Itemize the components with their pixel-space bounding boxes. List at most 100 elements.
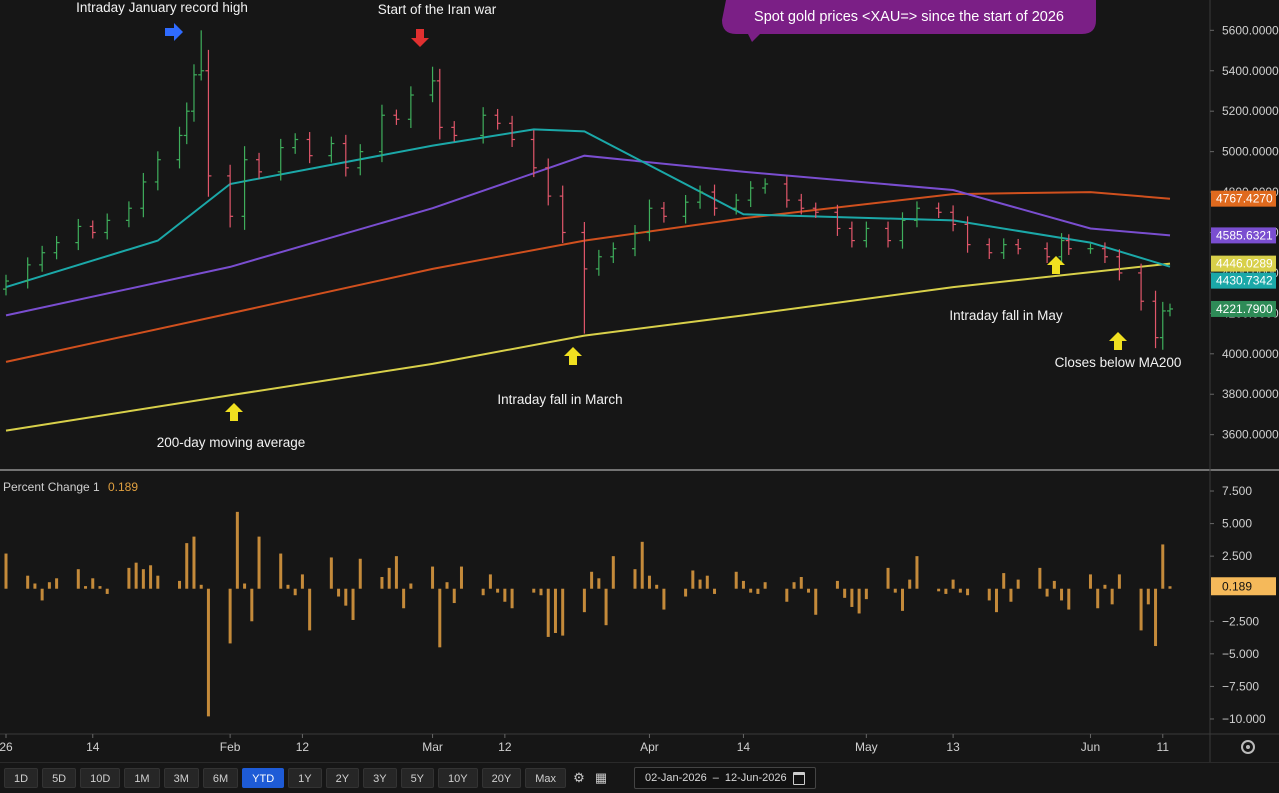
percent-bar — [611, 556, 615, 589]
percent-bar — [26, 575, 30, 589]
percent-bar — [553, 588, 557, 634]
percent-bar — [741, 580, 745, 589]
range-button-10y[interactable]: 10Y — [438, 768, 478, 788]
percent-bar — [640, 541, 644, 589]
range-button-5y[interactable]: 5Y — [400, 768, 435, 788]
percent-bar — [192, 536, 196, 589]
percent-bar — [76, 569, 80, 589]
percent-bar — [156, 575, 160, 589]
percent-tick-label: −2.500 — [1222, 614, 1259, 628]
price-tick-label: 5200.0000 — [1222, 104, 1279, 118]
percent-bar — [1139, 588, 1143, 631]
time-tick-label: Mar — [422, 740, 443, 754]
range-button-max[interactable]: Max — [525, 768, 566, 788]
percent-tick-label: −7.500 — [1222, 679, 1259, 693]
percent-bar — [199, 584, 203, 589]
range-button-5d[interactable]: 5D — [42, 768, 77, 788]
percent-bar — [1088, 574, 1092, 589]
percent-bar — [807, 588, 811, 593]
percent-bar — [1009, 588, 1013, 602]
percent-bar — [850, 588, 854, 607]
percent-bar — [705, 575, 709, 589]
percent-bar — [134, 562, 138, 589]
percent-bar — [915, 556, 919, 589]
percent-bar — [951, 579, 955, 589]
percent-bar — [749, 588, 753, 593]
percent-bar — [84, 586, 88, 589]
percent-bar — [1117, 574, 1121, 589]
percent-bar — [105, 588, 109, 594]
range-button-1m[interactable]: 1M — [124, 768, 160, 788]
time-tick-label: Jun — [1081, 740, 1100, 754]
percent-bar — [380, 576, 384, 589]
percent-bar — [250, 588, 254, 622]
time-tick-label: 14 — [86, 740, 100, 754]
percent-bar — [713, 588, 717, 594]
range-toolbar: 1D 5D 10D 1M 3M 6M YTD 1Y 2Y 3Y 5Y 10Y 20Y Max ⚙ ▦ 02… — [0, 762, 1279, 793]
range-button-3m[interactable]: 3M — [163, 768, 199, 788]
percent-bar — [561, 588, 565, 636]
percent-bar — [98, 586, 102, 589]
percent-bar — [1103, 584, 1107, 589]
percent-bar — [286, 584, 290, 589]
range-button-1d[interactable]: 1D — [4, 768, 39, 788]
range-button-ytd[interactable]: YTD — [242, 768, 285, 788]
percent-bar — [141, 569, 145, 589]
percent-bar — [1045, 588, 1049, 597]
range-button-3y[interactable]: 3Y — [363, 768, 397, 788]
percent-bar — [1060, 588, 1064, 601]
percent-bar — [496, 588, 500, 593]
range-button-6m[interactable]: 6M — [202, 768, 239, 788]
time-tick-label: 14 — [737, 740, 751, 754]
percent-bar — [351, 588, 355, 620]
percent-bar — [655, 584, 659, 589]
time-tick-label: Apr — [640, 740, 659, 754]
percent-bar — [431, 566, 435, 589]
percent-bar — [510, 588, 514, 609]
range-button-10d[interactable]: 10D — [80, 768, 121, 788]
percent-bar — [149, 565, 153, 589]
range-button-1y[interactable]: 1Y — [288, 768, 322, 788]
percent-bar — [532, 588, 536, 593]
percent-bar — [55, 578, 59, 589]
percent-bar — [459, 566, 463, 589]
percent-bar — [799, 576, 803, 589]
percent-bar — [337, 588, 341, 597]
layout-grid-icon[interactable]: ▦ — [592, 768, 610, 788]
percent-bar — [1161, 544, 1165, 589]
percent-bar — [987, 588, 991, 601]
range-button-2y[interactable]: 2Y — [325, 768, 360, 788]
percent-bar — [438, 588, 442, 648]
chart-settings-gear-icon[interactable] — [1241, 740, 1255, 754]
percent-bar — [908, 579, 912, 589]
chart-window: 3600.00003800.00004000.00004200.00004400… — [0, 0, 1279, 793]
range-button-20y[interactable]: 20Y — [481, 768, 522, 788]
percent-bar — [445, 582, 449, 589]
price-tick-label: 3600.0000 — [1222, 428, 1279, 442]
percent-bar — [91, 578, 95, 589]
percent-tick-label: −5.000 — [1222, 647, 1259, 661]
percent-bar — [1146, 588, 1150, 605]
percent-bar — [647, 575, 651, 589]
percent-bar — [843, 588, 847, 598]
percent-bar — [503, 588, 507, 602]
percent-bar — [582, 588, 586, 613]
percent-bar — [185, 543, 189, 589]
chart-title: Spot gold prices <XAU=> since the start … — [754, 9, 1064, 25]
percent-bar — [900, 588, 904, 611]
percent-tick-label: 7.500 — [1222, 484, 1252, 498]
percent-bar — [300, 574, 304, 589]
percent-bar — [279, 553, 283, 589]
percent-bar — [293, 588, 297, 596]
price-tick-label: 4000.0000 — [1222, 347, 1279, 361]
chart-svg[interactable]: 3600.00003800.00004000.00004200.00004400… — [0, 0, 1279, 762]
percent-bar — [33, 583, 37, 589]
percent-bar — [662, 588, 666, 610]
percent-bar — [886, 567, 890, 589]
date-range-picker[interactable]: 02-Jan-2026 – 12-Jun-2026 — [633, 767, 816, 789]
settings-gear-icon[interactable]: ⚙ — [570, 768, 588, 788]
price-tag-label: 4446.0289 — [1216, 257, 1273, 271]
percent-bar — [387, 567, 391, 589]
percent-bar — [481, 588, 485, 596]
percent-bar — [228, 588, 232, 644]
